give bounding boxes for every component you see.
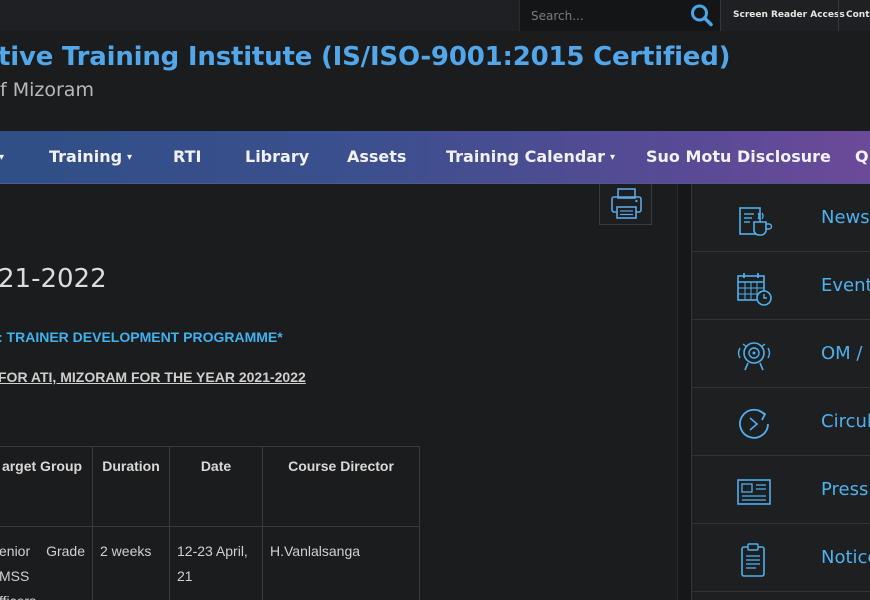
calendar-icon <box>737 273 772 306</box>
clipboard-icon <box>741 543 765 577</box>
site-subtitle: f Mizoram <box>0 79 94 101</box>
sidebar-item-events[interactable]: Events <box>692 252 870 320</box>
chevron-down-icon: ▾ <box>610 152 616 163</box>
column-header-course-director: Course Director <box>262 446 420 527</box>
column-header-date: Date <box>169 446 263 527</box>
printer-icon <box>611 188 642 219</box>
calendar-subheading: FOR ATI, MIZORAM FOR THE YEAR 2021-2022 <box>0 369 306 385</box>
nav-item-rti[interactable]: RTI <box>173 131 201 184</box>
alarm-bell-icon <box>737 342 771 371</box>
cell-course-director: H.Vanlalsanga <box>262 526 420 600</box>
top-separator <box>838 0 839 31</box>
refresh-icon <box>739 408 769 439</box>
nav-item-assets[interactable]: Assets <box>347 131 406 184</box>
chevron-down-icon: ▾ <box>0 152 5 163</box>
search-button[interactable] <box>689 3 715 27</box>
top-utility-bar: Screen Reader Access Conta <box>0 0 870 31</box>
chevron-down-icon: ▾ <box>127 152 133 163</box>
top-separator <box>720 0 721 31</box>
main-content: 21-2022 : TRAINER DEVELOPMENT PROGRAMME*… <box>0 184 678 600</box>
sidebar-item-press[interactable]: Press <box>692 456 870 524</box>
cell-duration: 2 weeks <box>92 526 170 600</box>
nav-item-training[interactable]: Training ▾ <box>49 131 132 184</box>
sidebar-label: Press <box>821 479 869 500</box>
training-calendar-table: arget Group Duration Date Course Directo… <box>0 446 420 600</box>
nav-item-training-calendar[interactable]: Training Calendar ▾ <box>446 131 615 184</box>
sidebar-item-om[interactable]: OM / I <box>692 320 870 388</box>
quick-links-sidebar: News Events OM / I <box>691 184 870 600</box>
news-icon <box>739 207 773 236</box>
site-title: tive Training Institute (IS/ISO-9001:201… <box>0 42 731 72</box>
nav-item-previous-menu[interactable]: ▾ <box>0 131 4 184</box>
nav-item-library[interactable]: Library <box>245 131 309 184</box>
sidebar-item-circulars[interactable]: Circula <box>692 388 870 456</box>
search-icon <box>691 4 713 27</box>
search-input[interactable] <box>520 0 690 31</box>
nav-item-suo-motu-disclosure[interactable]: Suo Motu Disclosure <box>646 131 831 184</box>
main-navigation: ▾ Training ▾ RTI Library Assets Training … <box>0 131 870 184</box>
sidebar-label: Circula <box>821 411 870 432</box>
column-header-target-group: arget Group <box>0 446 93 527</box>
newspaper-icon <box>737 479 771 505</box>
table-row: enior Grade MSS fficers 2 weeks 12-23 Ap… <box>0 526 420 600</box>
sidebar-label: Notice <box>821 547 870 568</box>
contact-link[interactable]: Conta <box>846 0 870 31</box>
screen-reader-access-link[interactable]: Screen Reader Access <box>733 0 845 31</box>
content-divider <box>677 184 691 600</box>
sidebar-label: News <box>821 207 870 228</box>
table-header-row: arget Group Duration Date Course Directo… <box>0 446 420 527</box>
sidebar-item-news[interactable]: News <box>692 184 870 252</box>
site-header: tive Training Institute (IS/ISO-9001:201… <box>0 31 870 131</box>
sidebar-label: Events <box>821 275 870 296</box>
print-button[interactable] <box>599 184 652 225</box>
column-header-duration: Duration <box>92 446 170 527</box>
programme-subheading: : TRAINER DEVELOPMENT PROGRAMME* <box>0 329 283 345</box>
page-heading: 21-2022 <box>0 264 107 294</box>
cell-date: 12-23 April, 21 <box>169 526 263 600</box>
cell-target-group: enior Grade MSS fficers <box>0 526 93 600</box>
sidebar-label: OM / I <box>821 343 870 364</box>
sidebar-item-notice[interactable]: Notice <box>692 524 870 592</box>
nav-item-q[interactable]: Q <box>855 131 869 184</box>
